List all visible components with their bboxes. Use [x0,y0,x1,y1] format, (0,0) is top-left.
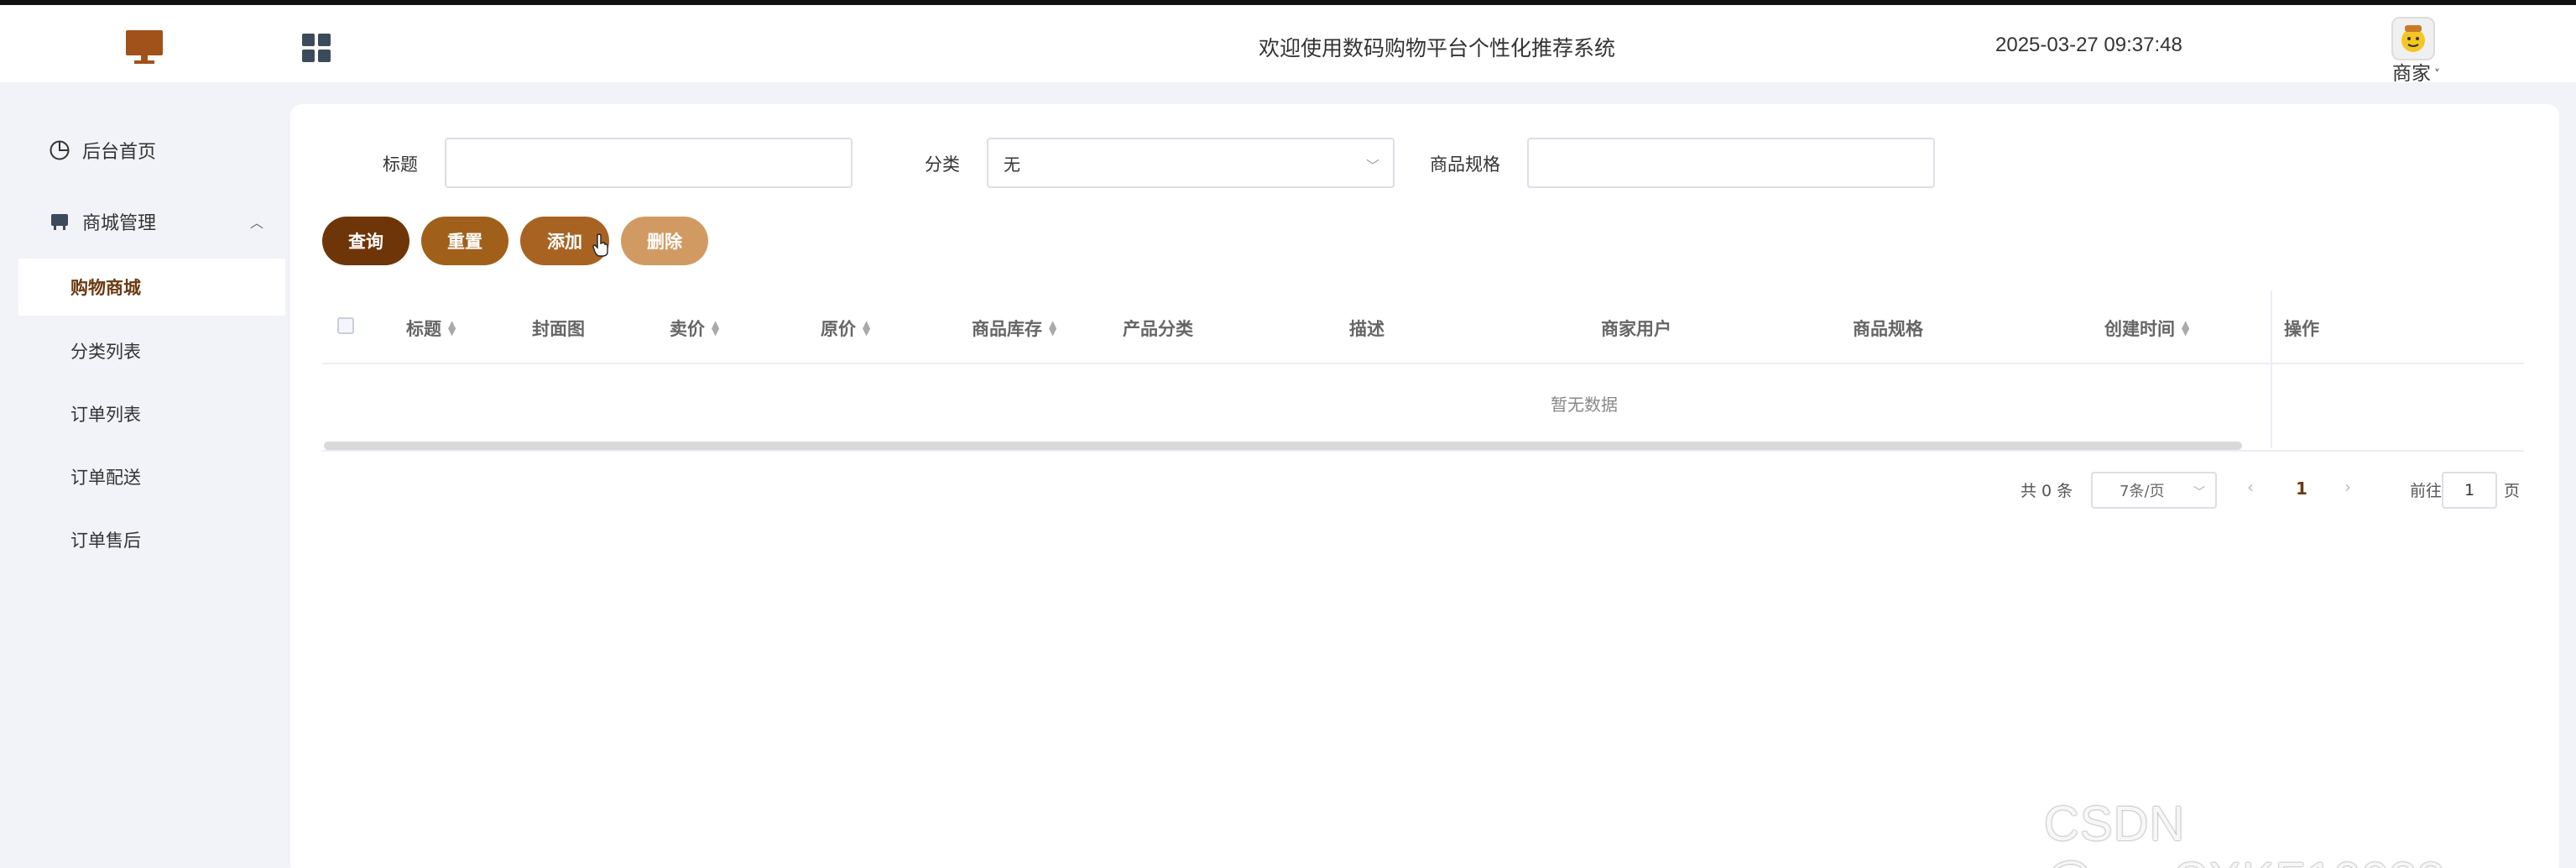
select-all-checkbox[interactable] [337,317,354,334]
category-filter-label: 分类 [925,154,960,175]
empty-state-text: 暂无数据 [1551,395,1618,415]
column-header-original-price[interactable]: 原价 ▲ ▼ [821,316,870,341]
table-divider [322,450,2524,452]
header-datetime: 2025-03-27 09:37:48 [1995,34,2182,56]
table-header [322,295,2524,364]
column-stock-label: 商品库存 [972,319,1042,339]
page-size-value: 7条/页 [2120,483,2165,500]
sort-icon[interactable]: ▲ ▼ [1049,319,1056,337]
column-header-actions: 操作 [2284,319,2319,339]
monitor-icon[interactable] [124,27,164,67]
column-header-description: 描述 [1349,316,1384,341]
user-role-dropdown[interactable]: 商家 ˅ [2392,57,2440,86]
sidebar-item-shopping-mall[interactable]: 购物商城 [18,259,285,316]
chevron-up-icon: ︿ [249,215,263,231]
category-select-value: 无 [1004,154,1020,175]
action-column [2271,290,2524,448]
goto-page-input[interactable]: 1 [2442,472,2497,509]
dashboard-icon [50,140,70,160]
next-page-button[interactable]: › [2344,477,2351,497]
sidebar-group-label: 商城管理 [82,213,157,234]
sidebar-item-order-delivery[interactable]: 订单配送 [18,448,285,505]
chevron-down-icon: ˅ [2434,67,2440,81]
sort-icon[interactable]: ▲ ▼ [712,319,719,337]
sidebar-item-home[interactable]: 后台首页 [49,138,156,163]
avatar[interactable] [2391,17,2435,60]
column-header-merchant: 商家用户 [1601,316,1671,341]
page-size-select[interactable]: 7条/页 ﹀ [2091,472,2217,509]
delete-button[interactable]: 删除 [621,217,708,265]
column-header-spec: 商品规格 [1853,316,1923,341]
main-panel [290,104,2559,868]
hand-cursor-icon [592,233,608,257]
pagination-total: 共 0 条 [2021,482,2073,500]
column-title-label: 标题 [406,319,441,339]
spec-filter-label: 商品规格 [1430,154,1500,175]
sort-icon[interactable]: ▲ ▼ [448,319,456,337]
sidebar-group-store[interactable]: 商城管理 ︿ [49,208,263,235]
column-cover-label: 封面图 [532,319,585,339]
column-category-label: 产品分类 [1123,319,1193,339]
title-filter-input[interactable] [445,138,853,188]
sidebar: 后台首页 商城管理 ︿ 购物商城 分类列表 订单列表 订单配送 订单售后 [0,82,285,868]
goto-label: 前往 [2410,482,2443,500]
previous-page-button[interactable]: ‹ [2247,477,2254,497]
chevron-down-icon: ﹀ [1365,158,1379,174]
horizontal-scrollbar[interactable] [324,442,2242,450]
store-icon [51,214,68,230]
sidebar-item-category-list[interactable]: 分类列表 [18,322,285,379]
category-select[interactable]: 无 ﹀ [987,138,1395,188]
column-header-category: 产品分类 [1123,316,1193,341]
column-created-label: 创建时间 [2104,319,2175,339]
spec-filter-input[interactable] [1527,138,1935,188]
sidebar-item-after-sales[interactable]: 订单售后 [18,511,285,568]
column-original-price-label: 原价 [821,319,856,339]
column-header-price[interactable]: 卖价 ▲ ▼ [670,316,719,341]
page-suffix: 页 [2504,482,2521,500]
column-header-cover: 封面图 [532,316,585,341]
sort-icon[interactable]: ▲ ▼ [2182,319,2189,337]
column-header-title[interactable]: 标题 ▲ ▼ [406,316,456,341]
sidebar-item-label: 后台首页 [82,142,157,163]
search-button[interactable]: 查询 [322,217,409,265]
column-description-label: 描述 [1349,319,1384,339]
sort-icon[interactable]: ▲ ▼ [863,319,870,337]
user-role-label: 商家 [2392,63,2431,85]
column-merchant-label: 商家用户 [1601,319,1671,339]
page-number-button[interactable]: 1 [2296,478,2307,499]
title-filter-label: 标题 [383,154,418,175]
column-header-stock[interactable]: 商品库存 ▲ ▼ [972,316,1056,341]
column-header-created[interactable]: 创建时间 ▲ ▼ [2104,316,2189,341]
sidebar-item-order-list[interactable]: 订单列表 [18,385,285,442]
header: 欢迎使用数码购物平台个性化推荐系统 2025-03-27 09:37:48 商家… [0,5,2576,85]
reset-button[interactable]: 重置 [421,217,508,265]
watermark: CSDN @vx_CXKF10088 [2044,797,2444,868]
page-title: 欢迎使用数码购物平台个性化推荐系统 [1259,36,1616,60]
chevron-down-icon: ﹀ [2193,486,2205,499]
column-spec-label: 商品规格 [1853,319,1923,339]
grid-icon[interactable] [302,34,332,64]
column-price-label: 卖价 [670,319,705,339]
